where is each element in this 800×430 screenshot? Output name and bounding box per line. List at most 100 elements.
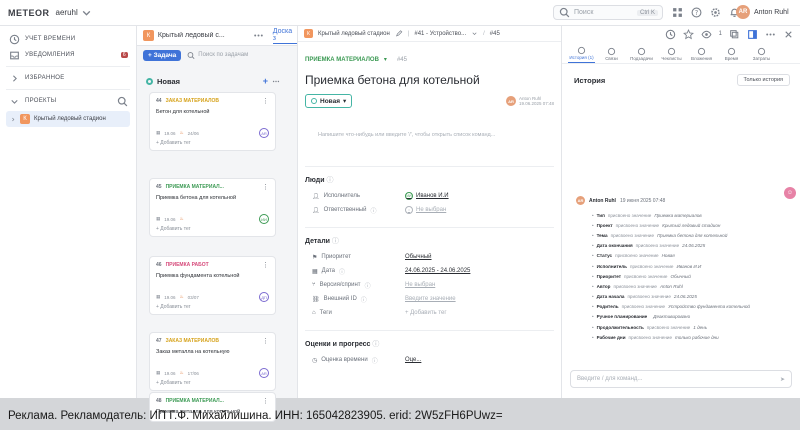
- add-tag-button[interactable]: + Добавить тег: [156, 140, 269, 146]
- copy-link-icon[interactable]: [728, 28, 740, 40]
- status-dropdown[interactable]: Новая ▾: [305, 94, 353, 108]
- history-value: Крытый ледовый стадион: [662, 222, 721, 228]
- edit-icon[interactable]: [395, 28, 403, 40]
- add-tag-button[interactable]: + Добавить тег: [405, 310, 447, 316]
- version-value[interactable]: Не выбран: [405, 282, 435, 288]
- sidebar-project-item[interactable]: К Крытый ледовый стадион: [6, 111, 130, 127]
- search-icon[interactable]: [116, 95, 128, 107]
- tab-attachments[interactable]: Вложения: [688, 47, 715, 63]
- history-field: Родитель: [596, 304, 619, 310]
- tab-label: Чеклисты: [661, 56, 682, 61]
- task-category[interactable]: ПРИЕМКА МАТЕРИАЛОВ ▾ #45: [305, 56, 561, 64]
- tab-costs[interactable]: Затраты: [748, 47, 775, 63]
- global-search-placeholder: Поиск: [574, 9, 594, 16]
- card-title: Приемка бетона для котельной: [156, 195, 237, 201]
- history-field: Дата начала: [596, 294, 625, 300]
- priority-value[interactable]: Обычный: [405, 254, 432, 260]
- history-value: 24.06.2025: [673, 294, 697, 300]
- history-item: Рабочие дниприсвоено значениетолько рабо…: [592, 332, 800, 342]
- detail-header-icons: 1: [562, 26, 800, 42]
- more-icon[interactable]: ⋮: [262, 261, 269, 269]
- history-action: присвоено значение: [635, 243, 680, 249]
- tab-links[interactable]: Связи: [598, 47, 625, 63]
- priority-row: ⚑ Приоритет Обычный: [305, 250, 554, 264]
- task-card[interactable]: 45 ПРИЕМКА МАТЕРИАЛ... ⋮ Приемка бетона для…: [149, 178, 276, 237]
- card-date: 19.06: [164, 130, 176, 136]
- more-icon[interactable]: ⋮: [262, 183, 269, 191]
- card-type-tag[interactable]: ЗАКАЗ МАТЕРИАЛОВ: [166, 98, 219, 104]
- external-id-value[interactable]: Введите значение: [405, 296, 456, 302]
- time-estimate-value[interactable]: Оце...: [405, 357, 421, 363]
- chat-fab-icon[interactable]: ☺: [784, 187, 796, 199]
- more-icon[interactable]: [764, 28, 776, 40]
- avatar: ИИ: [405, 192, 413, 200]
- panel-toggle-icon[interactable]: [746, 28, 758, 40]
- author-date: 19.06.2025 07:48: [518, 101, 554, 106]
- more-icon[interactable]: [272, 75, 280, 87]
- description-editor[interactable]: Напишите что-нибудь или введите '/', что…: [318, 132, 561, 138]
- workspace-switcher[interactable]: aeruhl: [56, 7, 93, 19]
- more-icon[interactable]: [253, 30, 265, 42]
- sidebar-section-favorites[interactable]: ИЗБРАННОЕ: [0, 70, 136, 86]
- add-card-button[interactable]: +: [263, 76, 268, 86]
- star-icon[interactable]: [683, 28, 695, 40]
- tab-history[interactable]: История (1): [568, 46, 595, 63]
- add-tag-button[interactable]: + Добавить тег: [156, 304, 269, 310]
- card-type-tag[interactable]: ПРИЕМКА МАТЕРИАЛ...: [166, 184, 224, 190]
- close-icon[interactable]: [782, 28, 794, 40]
- grid-icon[interactable]: [671, 6, 683, 18]
- eye-icon[interactable]: [701, 28, 713, 40]
- task-search-input[interactable]: Поиск по задачам: [187, 51, 248, 59]
- top-bar: METEOR aeruhl Поиск Ctrl K ? AR Anton Ru…: [0, 0, 800, 26]
- assignee-value[interactable]: ИИ Иванов И.И: [405, 192, 449, 200]
- task-title[interactable]: Приемка бетона для котельной: [305, 73, 561, 87]
- task-card[interactable]: 46 ПРИЕМКА РАБОТ ⋮ Приемка фундамента котел…: [149, 256, 276, 315]
- help-icon[interactable]: ?: [690, 6, 702, 18]
- sidebar-item-time-tracking[interactable]: УЧЕТ ВРЕМЕНИ: [0, 31, 136, 47]
- sidebar-section-projects[interactable]: ПРОЕКТЫ: [0, 93, 136, 109]
- project-name: Крытый ледовый стадион: [34, 116, 106, 122]
- add-task-button[interactable]: + Задача: [143, 49, 182, 61]
- tab-checklists[interactable]: Чеклисты: [658, 47, 685, 63]
- gear-icon[interactable]: [709, 6, 721, 18]
- user-menu[interactable]: AR Anton Ruhl: [736, 5, 789, 19]
- global-search[interactable]: Поиск Ctrl K: [553, 5, 663, 20]
- card-type-tag[interactable]: ЗАКАЗ МАТЕРИАЛОВ: [166, 338, 219, 344]
- clock-icon: ◷: [312, 357, 318, 364]
- responsible-value[interactable]: ○ Не выбран: [405, 206, 446, 214]
- only-history-button[interactable]: Только история: [736, 74, 790, 86]
- history-panel: 1 История (1) Связи Подзадачи Чеклисты Вложе…: [562, 26, 800, 398]
- tab-board[interactable]: Доска з: [272, 28, 297, 44]
- more-icon[interactable]: ⋮: [262, 337, 269, 345]
- app-logo: METEOR: [8, 7, 50, 18]
- history-item: Проектприсвоено значениеКрытый ледовый с…: [592, 220, 800, 230]
- send-icon[interactable]: ➤: [780, 376, 785, 383]
- clock-icon[interactable]: [665, 28, 677, 40]
- command-input[interactable]: Введите / для команд... ➤: [570, 370, 792, 388]
- calendar-icon: ▦: [156, 294, 161, 299]
- task-card[interactable]: 44 ЗАКАЗ МАТЕРИАЛОВ ⋮ Бетон для котельной ▦ 1…: [149, 92, 276, 151]
- breadcrumb-task: #45: [489, 30, 500, 37]
- card-header: 45 ПРИЕМКА МАТЕРИАЛ... ⋮: [156, 183, 269, 191]
- board-project-title[interactable]: Крытый ледовый с...: [158, 32, 249, 39]
- user-icon: 👤︎: [312, 193, 320, 200]
- chevron-right-icon: [10, 113, 16, 125]
- card-title: Заказ металла на котельную: [156, 349, 230, 355]
- tab-time[interactable]: Время: [718, 47, 745, 63]
- detail-tabs: История (1) Связи Подзадачи Чеклисты Вложени…: [562, 42, 800, 64]
- history-field: Рабочие дни: [596, 334, 626, 340]
- task-category-label: ПРИЕМКА МАТЕРИАЛОВ: [305, 56, 379, 63]
- task-card[interactable]: 47 ЗАКАЗ МАТЕРИАЛОВ ⋮ Заказ металла на коте…: [149, 332, 276, 391]
- add-tag-button[interactable]: + Добавить тег: [156, 226, 269, 232]
- date-label: ▦ Дата ⓘ: [312, 268, 345, 276]
- responsible-label: 👤︎ Ответственный ⓘ: [312, 207, 377, 215]
- breadcrumb-parent[interactable]: #41 - Устройство...: [414, 31, 466, 37]
- card-type-tag[interactable]: ПРИЕМКА РАБОТ: [166, 262, 209, 268]
- add-tag-button[interactable]: + Добавить тег: [156, 380, 269, 386]
- version-row: ⑂ Версия/спринт ⓘ Не выбран: [305, 278, 554, 292]
- sidebar-item-notifications[interactable]: УВЕДОМЛЕНИЯ 6: [0, 47, 136, 63]
- date-value[interactable]: 24.06.2025 - 24.06.2025: [405, 268, 470, 274]
- tab-subtasks[interactable]: Подзадачи: [628, 47, 655, 63]
- breadcrumb-project[interactable]: Крытый ледовый стадион: [318, 31, 390, 37]
- more-icon[interactable]: ⋮: [262, 97, 269, 105]
